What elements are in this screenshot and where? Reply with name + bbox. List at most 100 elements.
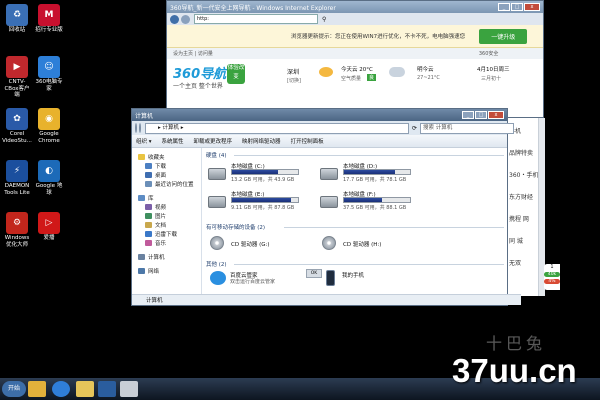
weather-aq: 空气质量 xyxy=(341,76,362,82)
nav-item[interactable]: 桌面 xyxy=(138,170,201,179)
desktop-icon-label: Google 地球 xyxy=(35,183,63,196)
desktop-icon[interactable]: ◐ Google 地球 xyxy=(34,160,64,196)
close-button[interactable]: x xyxy=(524,3,540,11)
disk-usage-bar xyxy=(343,169,411,175)
ie-right-item[interactable]: 品牌特卖 xyxy=(509,148,533,157)
nav-item[interactable]: 网络 xyxy=(138,266,201,275)
hard-drive-icon xyxy=(320,196,338,208)
nav-item[interactable]: 最近访问的位置 xyxy=(138,179,201,188)
explorer-window: 计算机 _ □ x ▸ 计算机 ▸ ⟳ 搜索 计算机 组织 ▾ 系统属性 卸载或更改… xyxy=(131,108,521,306)
nav-item-label: 文档 xyxy=(155,222,167,229)
nav-item-label: 桌面 xyxy=(155,172,167,179)
desktop-icon[interactable]: ⚡ DAEMON Tools Lite xyxy=(2,160,32,196)
taskbar-ie-icon[interactable] xyxy=(52,381,70,397)
disk-item[interactable]: 本地磁盘 (F:) 37.5 GB 可用，共 88.1 GB xyxy=(320,190,430,212)
back-icon[interactable] xyxy=(170,14,179,24)
ie-right-item[interactable]: 同 城 xyxy=(509,236,523,245)
experience-badge[interactable]: 体验改变 xyxy=(227,64,245,84)
section-disks: 硬盘 (4) xyxy=(206,153,227,159)
cd-drive-item[interactable]: CD 驱动器 (H:) xyxy=(320,234,420,254)
desktop-icon[interactable]: ⚙ Windows优化大师 xyxy=(2,212,32,248)
url-input[interactable]: http: xyxy=(194,14,318,24)
nav-item[interactable]: 视频 xyxy=(138,202,201,211)
nav-item[interactable]: 计算机 xyxy=(138,252,201,261)
explorer-maximize-button[interactable]: □ xyxy=(475,111,487,119)
address-field[interactable]: ▸ 计算机 ▸ xyxy=(145,122,409,134)
start-button[interactable]: 开始 xyxy=(2,381,26,397)
other-item[interactable]: 我的手机 xyxy=(320,269,426,291)
toolbar-button[interactable]: 系统属性 xyxy=(162,137,184,145)
weather-city-switch[interactable]: [切换] xyxy=(287,77,301,84)
ie-right-item[interactable]: 携程 网 xyxy=(509,214,529,223)
disk-item[interactable]: 本地磁盘 (D:) 17.7 GB 可用，共 78.1 GB xyxy=(320,162,430,184)
explorer-close-button[interactable]: x xyxy=(488,111,504,119)
other-item[interactable]: 百度云管家 双击运行百度云管家 xyxy=(208,269,314,291)
desktop-icon[interactable]: ☺ 360电脑专家 xyxy=(34,56,64,92)
toolbar-button[interactable]: 组织 ▾ xyxy=(136,137,152,145)
ie-right-item[interactable]: 360・手机 xyxy=(509,170,538,179)
date-text: 4月10日周三 xyxy=(477,67,510,73)
disk-item[interactable]: 本地磁盘 (E:) 9.11 GB 可用，共 87.8 GB xyxy=(208,190,318,212)
desktop-icon[interactable]: M 招行专业版 xyxy=(34,4,64,34)
search-icon[interactable]: ⚲ xyxy=(322,16,326,23)
refresh-icon[interactable]: ⟳ xyxy=(412,125,417,132)
watermark-faint: 十巴兔 xyxy=(486,334,547,353)
aq-badge: 良 xyxy=(367,74,377,81)
tab-360safe[interactable]: 360安全 xyxy=(479,50,499,57)
upgrade-button[interactable]: 一键升级 xyxy=(479,28,528,44)
section-divider xyxy=(234,264,504,265)
desktop-icon[interactable]: ▷ 爱播 xyxy=(34,212,64,242)
cd-drive-item[interactable]: CD 驱动器 (G:) xyxy=(208,234,308,254)
desktop-icon[interactable]: ♻ 回收站 xyxy=(2,4,32,34)
nav-item[interactable]: 音乐 xyxy=(138,238,201,247)
disk-capacity: 13.2 GB 可用，共 43.9 GB xyxy=(231,177,295,183)
side-widget-chip2[interactable]: 4% xyxy=(544,279,560,284)
taskbar-app-icon[interactable] xyxy=(120,381,138,397)
desktop-app-icon: ✿ xyxy=(6,108,28,130)
nav-item[interactable]: 图片 xyxy=(138,211,201,220)
content-pane: 硬盘 (4) 本地磁盘 (C:) 13.2 GB 可用，共 43.9 GB 本地磁盘… xyxy=(204,148,507,295)
ok-chip[interactable]: OK xyxy=(306,269,322,278)
search-field[interactable]: 搜索 计算机 xyxy=(420,122,515,134)
desktop-icon[interactable]: ▶ CNTV-CBox客户端 xyxy=(2,56,32,99)
nav-item-icon xyxy=(145,180,152,187)
desktop-icon-label: Google Chrome xyxy=(38,131,60,144)
toolbar-button[interactable]: 卸载或更改程序 xyxy=(194,137,233,145)
section-divider xyxy=(284,227,504,228)
desktop-app-icon: ♻ xyxy=(6,4,28,26)
maximize-button[interactable]: □ xyxy=(511,3,523,11)
weather-today: 今天云 20°C xyxy=(341,67,373,73)
nav-logo[interactable]: 360导航 xyxy=(173,63,226,82)
forward-icon[interactable] xyxy=(139,123,141,133)
nav-item[interactable]: 迅雷下载 xyxy=(138,229,201,238)
minimize-button[interactable]: _ xyxy=(498,3,510,11)
disk-item[interactable]: 本地磁盘 (C:) 13.2 GB 可用，共 43.9 GB xyxy=(208,162,318,184)
nav-item-icon xyxy=(145,221,152,228)
tab-home[interactable]: 设为主页 | 访问量 xyxy=(173,50,213,57)
nav-item-label: 音乐 xyxy=(155,240,167,247)
desktop-icon-label: 回收站 xyxy=(8,27,26,33)
nav-item[interactable]: 库 xyxy=(138,193,201,202)
desktop-icon[interactable]: ◉ Google Chrome xyxy=(34,108,64,144)
nav-item-label: 网络 xyxy=(148,268,160,275)
toolbar-button[interactable]: 映射网络驱动器 xyxy=(242,137,281,145)
desktop-app-icon: ◉ xyxy=(38,108,60,130)
taskbar-windows-icon[interactable] xyxy=(28,381,46,397)
section-divider xyxy=(234,155,504,156)
back-icon[interactable] xyxy=(135,123,137,133)
toolbar-button[interactable]: 打开控制面板 xyxy=(291,137,324,145)
taskbar-media-icon[interactable] xyxy=(98,381,116,397)
nav-item[interactable]: 下载 xyxy=(138,161,201,170)
ie-right-item[interactable]: 无双 xyxy=(509,258,521,267)
forward-icon[interactable] xyxy=(181,14,190,24)
taskbar-explorer-icon[interactable] xyxy=(76,381,94,397)
explorer-minimize-button[interactable]: _ xyxy=(462,111,474,119)
nav-item-icon xyxy=(145,162,152,169)
nav-item[interactable]: 文档 xyxy=(138,220,201,229)
desktop-icon[interactable]: ✿ Corel VideoStu... xyxy=(2,108,32,144)
side-widget-chip1[interactable]: 40k xyxy=(544,272,560,277)
cd-drive-label: CD 驱动器 (G:) xyxy=(231,242,270,248)
ie-right-item[interactable]: 东方财经 xyxy=(509,192,533,201)
watermark-text: 37uu.cn xyxy=(452,352,577,389)
nav-item[interactable]: 收藏夹 xyxy=(138,152,201,161)
